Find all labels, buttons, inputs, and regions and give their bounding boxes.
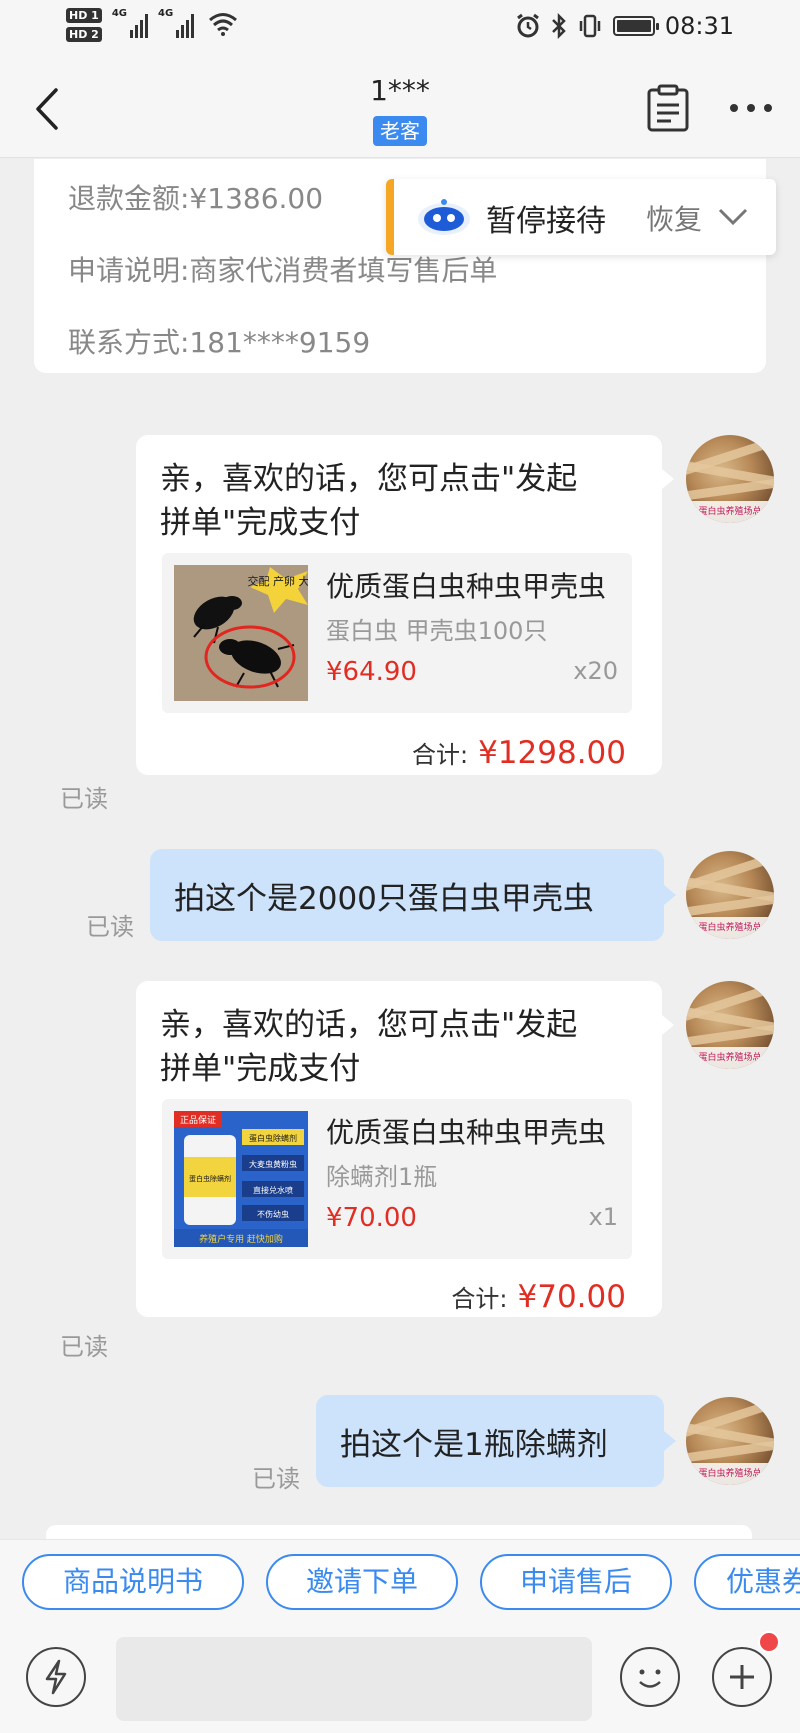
input-bar	[0, 1623, 800, 1733]
refund-contact: 联系方式:181****9159	[68, 326, 371, 359]
robot-icon	[418, 199, 470, 235]
signal-2-icon: 4G	[158, 8, 195, 38]
product-quantity: x20	[573, 657, 618, 685]
clipboard-icon[interactable]	[646, 84, 690, 132]
product-card[interactable]: 交配 产卵 大量 优质蛋白虫种虫甲壳虫 蛋白虫 甲壳虫100只 ¥64.90 x…	[162, 553, 632, 713]
next-message-card	[46, 1525, 752, 1539]
more-icon[interactable]	[730, 104, 772, 112]
bubble-tail	[664, 1431, 676, 1451]
quick-reply-bar: 商品说明书 邀请下单 申请售后 优惠券	[0, 1539, 800, 1623]
read-receipt: 已读	[252, 1465, 300, 1493]
product-title: 优质蛋白虫种虫甲壳虫	[326, 570, 607, 603]
avatar[interactable]: 蛋白虫养殖场总	[686, 435, 774, 523]
auto-reply-status: 暂停接待	[486, 204, 606, 239]
status-bar: HD 1 HD 2 4G 4G 08:31	[0, 0, 800, 58]
avatar-caption: 蛋白虫养殖场总	[686, 917, 774, 939]
nav-bar: 1*** 老客	[0, 58, 800, 158]
svg-text:蛋白虫除螨剂: 蛋白虫除螨剂	[189, 1174, 231, 1183]
read-receipt: 已读	[86, 913, 134, 941]
product-spec: 除螨剂1瓶	[326, 1163, 438, 1191]
message-bubble[interactable]: 拍这个是1瓶除螨剂	[316, 1395, 664, 1487]
notification-dot	[758, 1631, 780, 1653]
status-accent-bar	[386, 179, 394, 255]
refund-description: 申请说明:商家代消费者填写售后单	[68, 254, 498, 287]
battery-icon	[612, 16, 659, 36]
merchant-message-text: 亲，喜欢的话，您可点击"发起拼单"完成支付	[160, 461, 578, 541]
product-price: ¥70.00	[326, 1203, 417, 1233]
avatar[interactable]: 蛋白虫养殖场总	[686, 851, 774, 939]
svg-text:正品保证: 正品保证	[180, 1114, 216, 1126]
merchant-message-text: 亲，喜欢的话，您可点击"发起拼单"完成支付	[160, 1007, 578, 1087]
lightning-icon[interactable]	[26, 1647, 86, 1707]
message-input[interactable]	[116, 1637, 592, 1721]
chat-area[interactable]: 退款金额:¥1386.00 申请说明:商家代消费者填写售后单 联系方式:181*…	[0, 159, 800, 1539]
quick-reply-manual[interactable]: 商品说明书	[22, 1554, 244, 1610]
read-receipt: 已读	[60, 785, 108, 813]
svg-text:大麦虫黄粉虫: 大麦虫黄粉虫	[249, 1159, 297, 1169]
bubble-tail	[662, 1015, 674, 1035]
message-text: 拍这个是1瓶除螨剂	[340, 1426, 608, 1463]
avatar-caption: 蛋白虫养殖场总	[686, 1463, 774, 1485]
order-total: 合计: ¥1298.00	[412, 735, 626, 771]
total-amount: ¥1298.00	[478, 735, 626, 771]
product-title: 优质蛋白虫种虫甲壳虫	[326, 1116, 607, 1149]
total-label: 合计:	[411, 741, 469, 769]
product-quantity: x1	[588, 1203, 618, 1231]
product-image-caption-1: 交配 产卵 大量	[248, 574, 309, 588]
avatar-caption: 蛋白虫养殖场总	[686, 501, 774, 523]
read-receipt: 已读	[60, 1333, 108, 1361]
message-bubble[interactable]: 拍这个是2000只蛋白虫甲壳虫	[150, 849, 664, 941]
avatar[interactable]: 蛋白虫养殖场总	[686, 1397, 774, 1485]
wifi-icon	[209, 13, 238, 36]
quick-reply-coupon[interactable]: 优惠券	[694, 1554, 800, 1610]
product-card[interactable]: 正品保证 蛋白虫除螨剂 蛋白虫除螨剂 大麦虫黄粉虫 直接兑水喷 不伤幼虫 养殖户…	[162, 1099, 632, 1259]
refund-amount: 退款金额:¥1386.00	[68, 182, 324, 215]
plus-icon[interactable]	[712, 1647, 772, 1707]
avatar[interactable]: 蛋白虫养殖场总	[686, 981, 774, 1069]
merchant-order-card: 亲，喜欢的话，您可点击"发起拼单"完成支付 正品保证 蛋白虫除螨剂 蛋白虫除螨剂…	[136, 981, 662, 1317]
svg-text:不伤幼虫: 不伤幼虫	[257, 1209, 289, 1219]
resume-button[interactable]: 恢复	[646, 198, 702, 238]
signal-1-icon: 4G	[112, 8, 148, 38]
merchant-order-card: 亲，喜欢的话，您可点击"发起拼单"完成支付 交配 产卵 大量 优质蛋白虫种虫甲壳…	[136, 435, 662, 775]
signal-group: HD 1 HD 2 4G 4G	[66, 8, 238, 42]
product-price: ¥64.90	[326, 657, 417, 687]
bubble-tail	[662, 469, 674, 489]
svg-text:养殖户专用 赶快加购: 养殖户专用 赶快加购	[199, 1233, 283, 1245]
order-total: 合计: ¥70.00	[451, 1279, 626, 1315]
product-image-miticide: 正品保证 蛋白虫除螨剂 蛋白虫除螨剂 大麦虫黄粉虫 直接兑水喷 不伤幼虫 养殖户…	[174, 1111, 308, 1247]
svg-text:直接兑水喷: 直接兑水喷	[253, 1185, 293, 1195]
chevron-down-icon[interactable]	[716, 201, 750, 231]
emoji-icon[interactable]	[620, 1647, 680, 1707]
total-amount: ¥70.00	[517, 1279, 626, 1315]
vibrate-icon	[579, 14, 601, 38]
sim2-label: HD 2	[66, 27, 102, 42]
bluetooth-icon	[551, 13, 566, 39]
product-spec: 蛋白虫 甲壳虫100只	[326, 617, 548, 645]
quick-reply-invite-order[interactable]: 邀请下单	[266, 1554, 458, 1610]
total-label: 合计:	[451, 1285, 508, 1313]
sim1-label: HD 1	[66, 8, 102, 23]
quick-reply-after-sales[interactable]: 申请售后	[480, 1554, 672, 1610]
customer-tag-badge: 老客	[373, 116, 427, 146]
product-image-beetle: 交配 产卵 大量	[174, 565, 308, 701]
bubble-tail	[664, 885, 676, 905]
avatar-caption: 蛋白虫养殖场总	[686, 1047, 774, 1069]
svg-text:蛋白虫除螨剂: 蛋白虫除螨剂	[249, 1133, 297, 1143]
auto-reply-status-card[interactable]: 暂停接待 恢复	[386, 179, 776, 255]
alarm-icon	[516, 13, 539, 38]
message-text: 拍这个是2000只蛋白虫甲壳虫	[174, 880, 594, 917]
clock: 08:31	[664, 12, 734, 40]
